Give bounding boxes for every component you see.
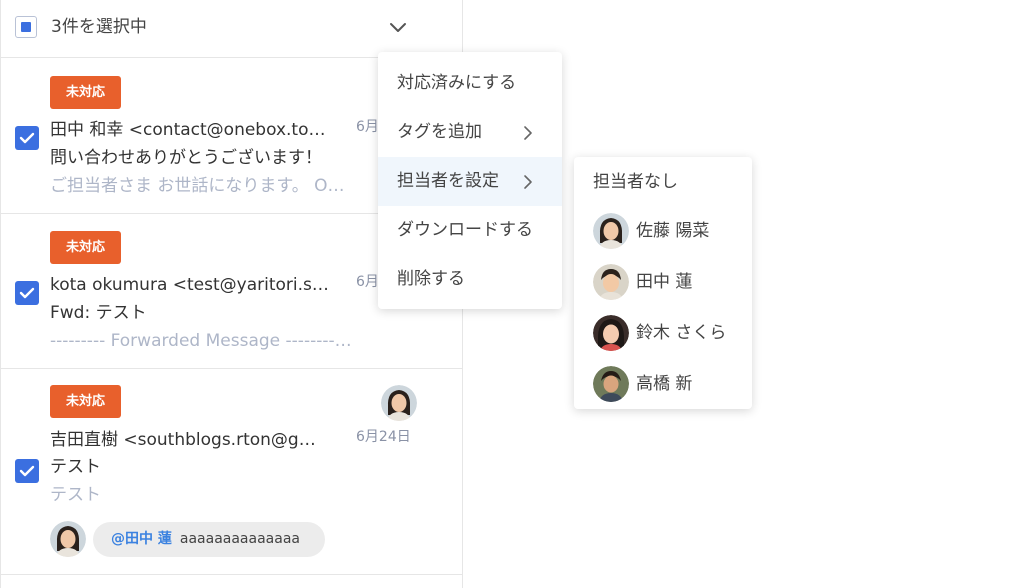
menu-item-add-tag[interactable]: タグを追加 xyxy=(378,108,562,157)
check-icon xyxy=(19,287,35,299)
mention-comment[interactable]: @田中 蓮 aaaaaaaaaaaaaa xyxy=(93,522,325,557)
chevron-right-icon xyxy=(524,126,532,140)
menu-item-label: 削除する xyxy=(397,269,465,289)
assignee-label: 田中 蓮 xyxy=(636,272,693,292)
commenter-avatar xyxy=(50,521,86,557)
message-checkbox[interactable] xyxy=(15,126,39,150)
status-badge: 未対応 xyxy=(50,385,121,418)
sender: 吉田直樹 <southblogs.rton@g… xyxy=(50,430,316,450)
assignee-label: 佐藤 陽菜 xyxy=(636,221,710,241)
assignee-submenu: 担当者なし 佐藤 陽菜 田中 蓮 鈴木 さくら 高橋 新 xyxy=(574,157,752,409)
check-icon xyxy=(19,132,35,144)
assignee-avatar xyxy=(381,385,417,421)
menu-item-label: 担当者を設定 xyxy=(397,171,499,191)
assignee-label: 担当者なし xyxy=(593,172,678,192)
chevron-down-icon[interactable] xyxy=(388,17,408,37)
subject: Fwd: テスト xyxy=(50,303,147,323)
bulk-action-menu: 対応済みにする タグを追加 担当者を設定 ダウンロードする 削除する xyxy=(378,52,562,309)
selection-header: 3件を選択中 xyxy=(1,0,463,58)
assignee-option-none[interactable]: 担当者なし xyxy=(574,157,752,207)
menu-item-label: タグを追加 xyxy=(397,122,482,142)
selection-count-label: 3件を選択中 xyxy=(51,17,147,37)
status-badge: 未対応 xyxy=(50,76,121,109)
assignee-option[interactable]: 佐藤 陽菜 xyxy=(574,206,752,256)
preview: --------- Forwarded Message --------… xyxy=(50,331,352,351)
check-icon xyxy=(19,465,35,477)
sender: 田中 和幸 <contact@onebox.to… xyxy=(50,120,326,140)
date: 6月24日 xyxy=(356,429,411,445)
menu-item-label: 対応済みにする xyxy=(397,73,517,93)
status-badge: 未対応 xyxy=(50,231,121,264)
preview: ご担当者さま お世話になります。 O… xyxy=(50,176,345,196)
subject: 問い合わせありがとうございます！ xyxy=(50,148,322,168)
avatar xyxy=(593,366,629,402)
sender: kota okumura <test@yaritori.s… xyxy=(50,275,329,295)
menu-item-delete[interactable]: 削除する xyxy=(378,255,562,304)
avatar xyxy=(593,315,629,351)
date: 6月 xyxy=(356,274,379,290)
mention-user[interactable]: @田中 蓮 xyxy=(111,531,172,547)
chevron-right-icon xyxy=(524,175,532,189)
select-all-checkbox[interactable] xyxy=(15,16,37,38)
message-checkbox[interactable] xyxy=(15,281,39,305)
avatar xyxy=(593,213,629,249)
assignee-label: 鈴木 さくら xyxy=(636,323,727,343)
menu-item-set-assignee[interactable]: 担当者を設定 xyxy=(378,157,562,206)
avatar xyxy=(593,264,629,300)
assignee-label: 高橋 新 xyxy=(636,374,693,394)
menu-item-label: ダウンロードする xyxy=(397,220,533,240)
app-root: 3件を選択中 未対応 田中 和幸 <contact@onebox.to… 6月 … xyxy=(0,0,1024,588)
menu-item-mark-done[interactable]: 対応済みにする xyxy=(378,59,562,108)
assignee-option[interactable]: 田中 蓮 xyxy=(574,257,752,307)
message-checkbox[interactable] xyxy=(15,459,39,483)
assignee-option[interactable]: 鈴木 さくら xyxy=(574,308,752,358)
mention-text: aaaaaaaaaaaaaa xyxy=(179,531,300,547)
menu-item-download[interactable]: ダウンロードする xyxy=(378,206,562,255)
preview: テスト xyxy=(50,485,101,505)
assignee-option[interactable]: 高橋 新 xyxy=(574,359,752,409)
subject: テスト xyxy=(50,457,101,477)
date: 6月 xyxy=(356,119,379,135)
